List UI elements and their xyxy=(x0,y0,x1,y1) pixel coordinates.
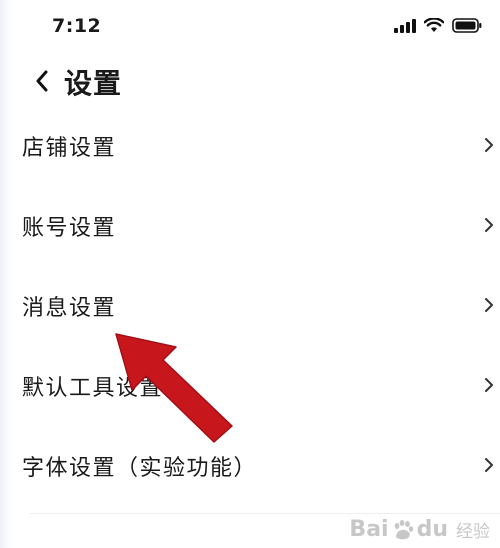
back-button[interactable] xyxy=(28,66,56,96)
settings-list: 店铺设置 账号设置 消息设置 默认工具设置 字体设置（实验功能） xyxy=(0,106,500,506)
chevron-right-icon xyxy=(485,458,493,472)
settings-item-label: 消息设置 xyxy=(22,296,117,321)
chevron-right-icon xyxy=(485,378,493,392)
status-icons xyxy=(394,18,482,33)
chevron-right-icon xyxy=(485,218,493,232)
settings-item-message[interactable]: 消息设置 xyxy=(0,266,500,346)
battery-icon xyxy=(452,18,482,33)
signal-icon xyxy=(394,18,416,33)
settings-item-store[interactable]: 店铺设置 xyxy=(0,106,500,186)
settings-item-label: 店铺设置 xyxy=(22,136,117,161)
nav-bar: 设置 xyxy=(0,56,500,106)
settings-item-label: 账号设置 xyxy=(22,216,117,241)
chevron-right-icon xyxy=(485,298,493,312)
watermark-brand-suffix: du xyxy=(416,517,448,542)
settings-item-account[interactable]: 账号设置 xyxy=(0,186,500,266)
wifi-icon xyxy=(424,18,444,32)
settings-item-font[interactable]: 字体设置（实验功能） xyxy=(0,426,500,506)
status-bar: 7:12 xyxy=(0,0,500,56)
settings-item-label: 默认工具设置 xyxy=(22,376,164,401)
watermark-sub: 经验 xyxy=(456,522,490,542)
watermark-brand: Bai xyxy=(349,517,389,542)
watermark: Bai du 经验 xyxy=(349,517,490,542)
chevron-left-icon xyxy=(36,70,48,92)
page-title: 设置 xyxy=(64,67,123,100)
list-divider xyxy=(30,513,500,514)
chevron-right-icon xyxy=(485,138,493,152)
paw-icon xyxy=(394,519,413,539)
settings-item-label: 字体设置（实验功能） xyxy=(22,456,258,481)
status-time: 7:12 xyxy=(52,15,102,37)
settings-item-default-tools[interactable]: 默认工具设置 xyxy=(0,346,500,426)
